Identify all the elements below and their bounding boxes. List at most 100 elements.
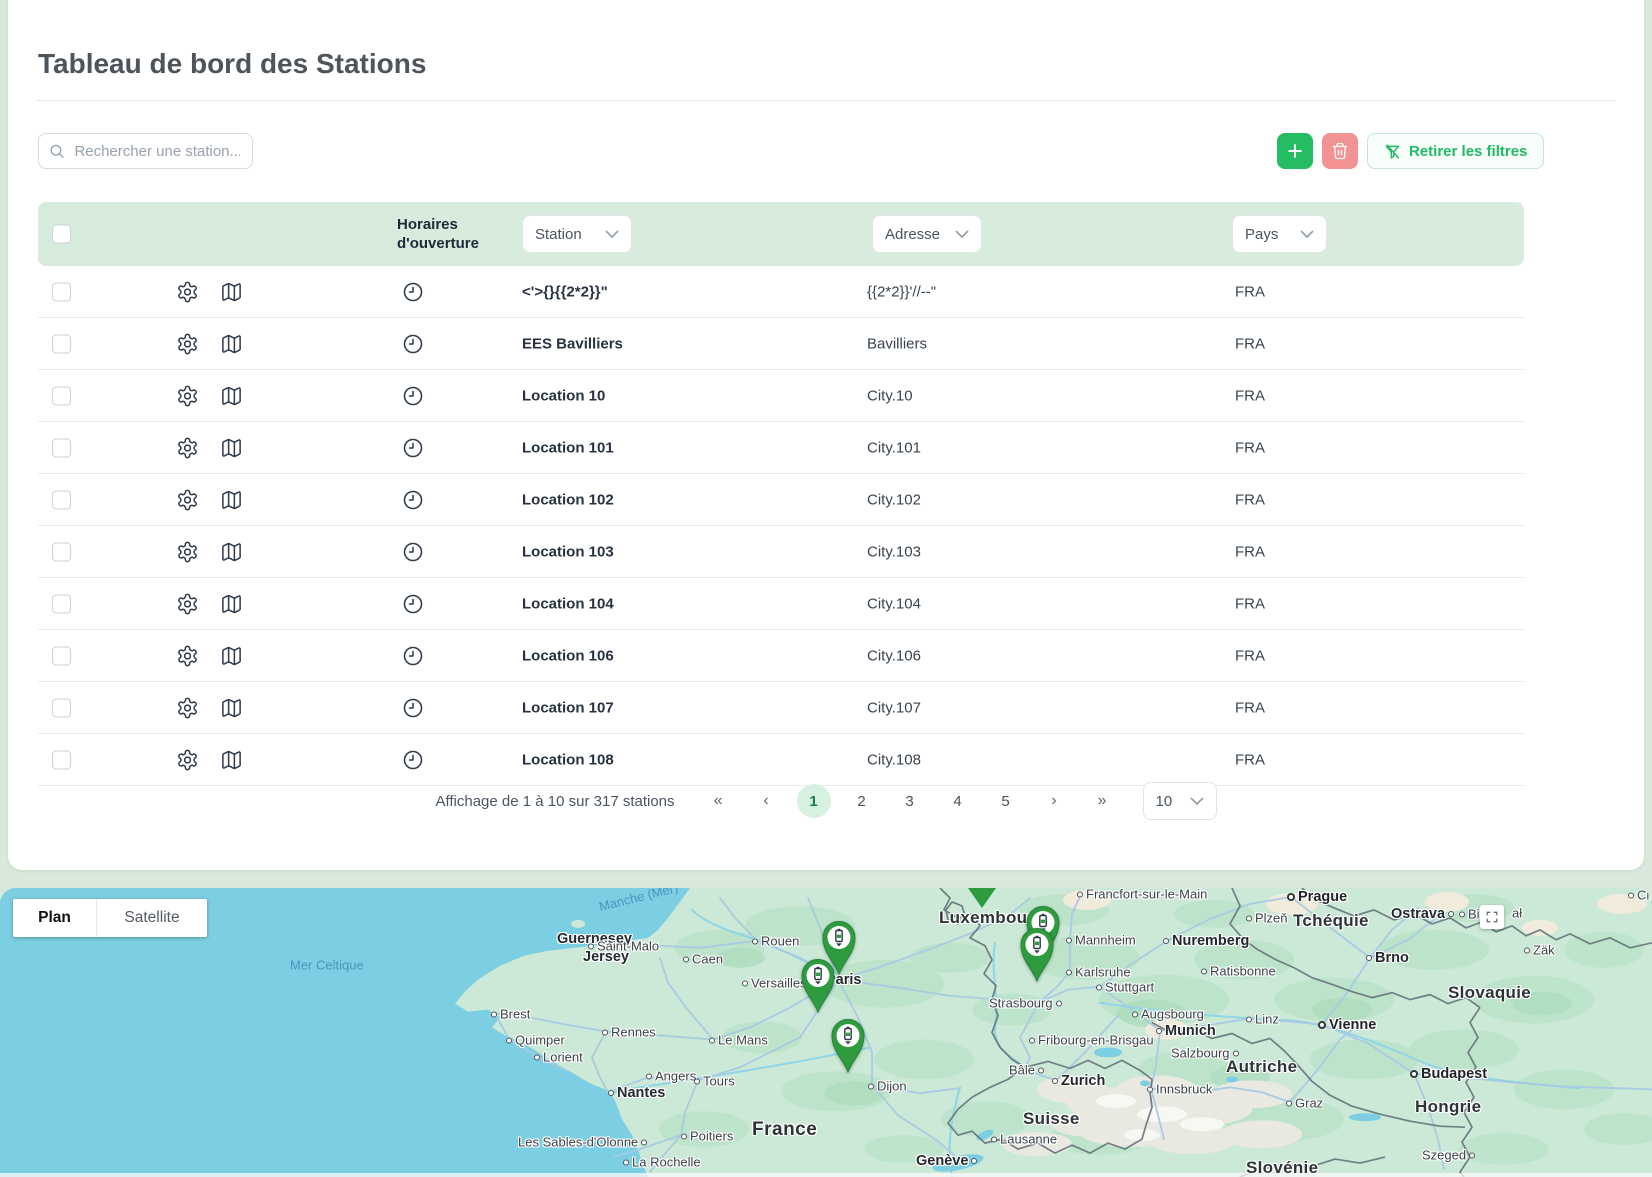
opening-hours-button[interactable] (402, 749, 424, 771)
opening-hours-button[interactable] (402, 593, 424, 615)
first-page-button[interactable]: « (701, 784, 735, 818)
row-checkbox[interactable] (52, 646, 71, 665)
settings-button[interactable] (176, 540, 199, 563)
folded-map-icon (220, 644, 243, 667)
clock-icon (402, 645, 424, 667)
station-address: City.103 (867, 543, 921, 560)
station-address: {{2*2}}'//--" (867, 283, 936, 300)
settings-button[interactable] (176, 436, 199, 459)
settings-button[interactable] (176, 696, 199, 719)
opening-hours-button[interactable] (402, 385, 424, 407)
map-type-satellite-button[interactable]: Satellite (97, 899, 207, 937)
fullscreen-button[interactable] (1480, 905, 1504, 929)
table-row: Location 102 City.102 FRA (38, 474, 1524, 526)
station-marker[interactable] (830, 1018, 866, 1074)
map-label: Quimper (506, 1033, 565, 1048)
table-row: Location 104 City.104 FRA (38, 578, 1524, 630)
opening-hours-button[interactable] (402, 697, 424, 719)
row-checkbox[interactable] (52, 542, 71, 561)
map-label: Stuttgart (1096, 980, 1154, 995)
station-search[interactable] (38, 133, 253, 169)
station-marker-partial[interactable] (968, 888, 996, 908)
settings-button[interactable] (176, 332, 199, 355)
station-country: FRA (1235, 595, 1265, 612)
opening-hours-button[interactable] (402, 541, 424, 563)
delete-station-button[interactable] (1322, 133, 1358, 169)
opening-hours-button[interactable] (402, 333, 424, 355)
station-country: FRA (1235, 491, 1265, 508)
pays-filter-dropdown[interactable]: Pays (1232, 215, 1327, 253)
station-marker[interactable] (1019, 927, 1055, 983)
station-address: City.106 (867, 647, 921, 664)
show-on-map-button[interactable] (220, 696, 243, 719)
map-type-plan-button[interactable]: Plan (13, 899, 97, 937)
adresse-filter-dropdown[interactable]: Adresse (872, 215, 982, 253)
settings-button[interactable] (176, 280, 199, 303)
page-1-button[interactable]: 1 (797, 784, 831, 818)
show-on-map-button[interactable] (220, 644, 243, 667)
chevron-down-icon (1300, 230, 1314, 239)
station-address: City.102 (867, 491, 921, 508)
page-4-button[interactable]: 4 (941, 784, 975, 818)
map-label: Brest (491, 1007, 530, 1022)
map-label: Angers (646, 1069, 696, 1084)
station-marker[interactable] (800, 958, 836, 1014)
map-label: Graz (1286, 1096, 1323, 1111)
select-all-checkbox[interactable] (52, 225, 71, 244)
row-checkbox[interactable] (52, 594, 71, 613)
map-label: Budapest (1410, 1066, 1487, 1082)
settings-button[interactable] (176, 592, 199, 615)
station-country: FRA (1235, 335, 1265, 352)
map-label: Versailles (742, 976, 807, 991)
row-checkbox[interactable] (52, 334, 71, 353)
map-label: Ostrava (1391, 906, 1454, 922)
show-on-map-button[interactable] (220, 540, 243, 563)
prev-page-button[interactable]: ‹ (749, 784, 783, 818)
settings-button[interactable] (176, 488, 199, 511)
folded-map-icon (220, 592, 243, 615)
map-label: Nantes (608, 1085, 665, 1101)
row-checkbox[interactable] (52, 490, 71, 509)
folded-map-icon (220, 540, 243, 563)
add-station-button[interactable] (1277, 133, 1313, 169)
search-input[interactable] (72, 142, 242, 161)
settings-button[interactable] (176, 644, 199, 667)
opening-hours-button[interactable] (402, 281, 424, 303)
trash-icon (1331, 142, 1349, 160)
page-size-select[interactable]: 10 (1143, 782, 1217, 820)
page-5-button[interactable]: 5 (989, 784, 1023, 818)
row-checkbox[interactable] (52, 282, 71, 301)
next-page-button[interactable]: › (1037, 784, 1071, 818)
show-on-map-button[interactable] (220, 436, 243, 459)
show-on-map-button[interactable] (220, 488, 243, 511)
show-on-map-button[interactable] (220, 332, 243, 355)
map-label: France (752, 1119, 817, 1141)
remove-filters-button[interactable]: Retirer les filtres (1367, 133, 1544, 169)
row-checkbox[interactable] (52, 386, 71, 405)
opening-hours-button[interactable] (402, 437, 424, 459)
map-label: Mer Celtique (290, 958, 364, 973)
show-on-map-button[interactable] (220, 384, 243, 407)
row-checkbox[interactable] (52, 698, 71, 717)
show-on-map-button[interactable] (220, 748, 243, 771)
station-filter-dropdown[interactable]: Station (522, 215, 632, 253)
last-page-button[interactable]: » (1085, 784, 1119, 818)
page-2-button[interactable]: 2 (845, 784, 879, 818)
settings-button[interactable] (176, 384, 199, 407)
map-label: Bâle (1009, 1063, 1044, 1078)
settings-button[interactable] (176, 748, 199, 771)
show-on-map-button[interactable] (220, 280, 243, 303)
map[interactable]: Manche (Mer)Mer CeltiqueGuerneseyJerseyS… (0, 888, 1652, 1177)
table-header: Horaires d'ouverture Station Adresse Pay… (38, 202, 1524, 266)
station-country: FRA (1235, 647, 1265, 664)
row-checkbox[interactable] (52, 750, 71, 769)
clock-icon (402, 489, 424, 511)
adresse-filter-label: Adresse (885, 226, 940, 243)
page-3-button[interactable]: 3 (893, 784, 927, 818)
map-label: Cra (1628, 888, 1652, 903)
stations-table: Horaires d'ouverture Station Adresse Pay… (38, 202, 1524, 786)
row-checkbox[interactable] (52, 438, 71, 457)
opening-hours-button[interactable] (402, 645, 424, 667)
opening-hours-button[interactable] (402, 489, 424, 511)
show-on-map-button[interactable] (220, 592, 243, 615)
